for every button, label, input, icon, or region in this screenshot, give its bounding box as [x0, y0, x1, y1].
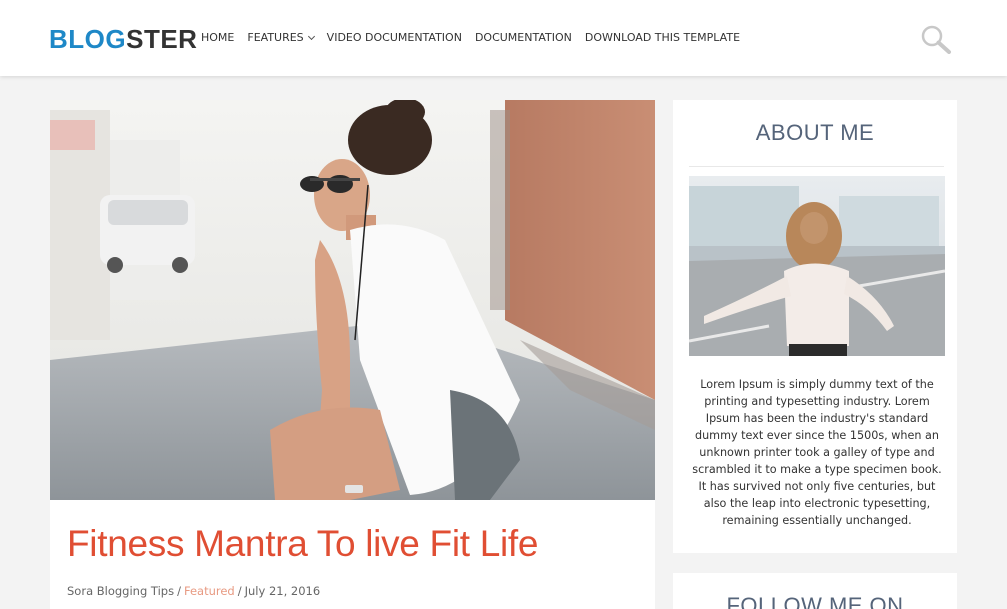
post-title[interactable]: Fitness Mantra To live Fit Life	[67, 520, 539, 568]
site-header: BLOGSTER HOME FEATURES VIDEO DOCUMENTATI…	[0, 0, 1007, 76]
meta-separator: /	[177, 584, 181, 598]
nav-features-label: FEATURES	[247, 31, 304, 44]
post-featured-image[interactable]	[50, 100, 655, 500]
site-logo[interactable]: BLOGSTER	[49, 24, 197, 54]
about-me-text: Lorem Ipsum is simply dummy text of the …	[692, 378, 942, 527]
about-me-image	[689, 176, 945, 356]
about-me-widget: ABOUT ME Lorem Ipsum is simply dummy tex…	[673, 100, 957, 553]
post-category[interactable]: Featured	[184, 584, 235, 598]
post-meta: Sora Blogging Tips / Featured / July 21, 201…	[67, 584, 320, 598]
post-author[interactable]: Sora Blogging Tips	[67, 584, 174, 598]
featured-post: Fitness Mantra To live Fit Life Sora Blo…	[50, 100, 655, 609]
follow-me-widget: FOLLOW ME ON	[673, 573, 957, 609]
follow-me-title: FOLLOW ME ON	[726, 593, 904, 609]
logo-part-blog: BLOG	[49, 24, 127, 54]
nav-home[interactable]: HOME	[201, 31, 234, 45]
nav-documentation[interactable]: DOCUMENTATION	[475, 31, 572, 45]
nav-features[interactable]: FEATURES	[247, 31, 315, 45]
meta-separator: /	[237, 584, 242, 598]
nav-video-documentation[interactable]: VIDEO DOCUMENTATION	[327, 31, 462, 45]
chevron-down-icon	[307, 32, 315, 41]
divider	[689, 166, 944, 167]
about-me-title: ABOUT ME	[755, 120, 875, 145]
search-icon[interactable]	[920, 24, 952, 54]
logo-part-ster: STER	[126, 24, 198, 54]
main-nav: HOME FEATURES VIDEO DOCUMENTATION DOCUME…	[201, 31, 753, 45]
nav-download-template[interactable]: DOWNLOAD THIS TEMPLATE	[585, 31, 740, 45]
post-date: July 21, 2016	[244, 584, 321, 598]
